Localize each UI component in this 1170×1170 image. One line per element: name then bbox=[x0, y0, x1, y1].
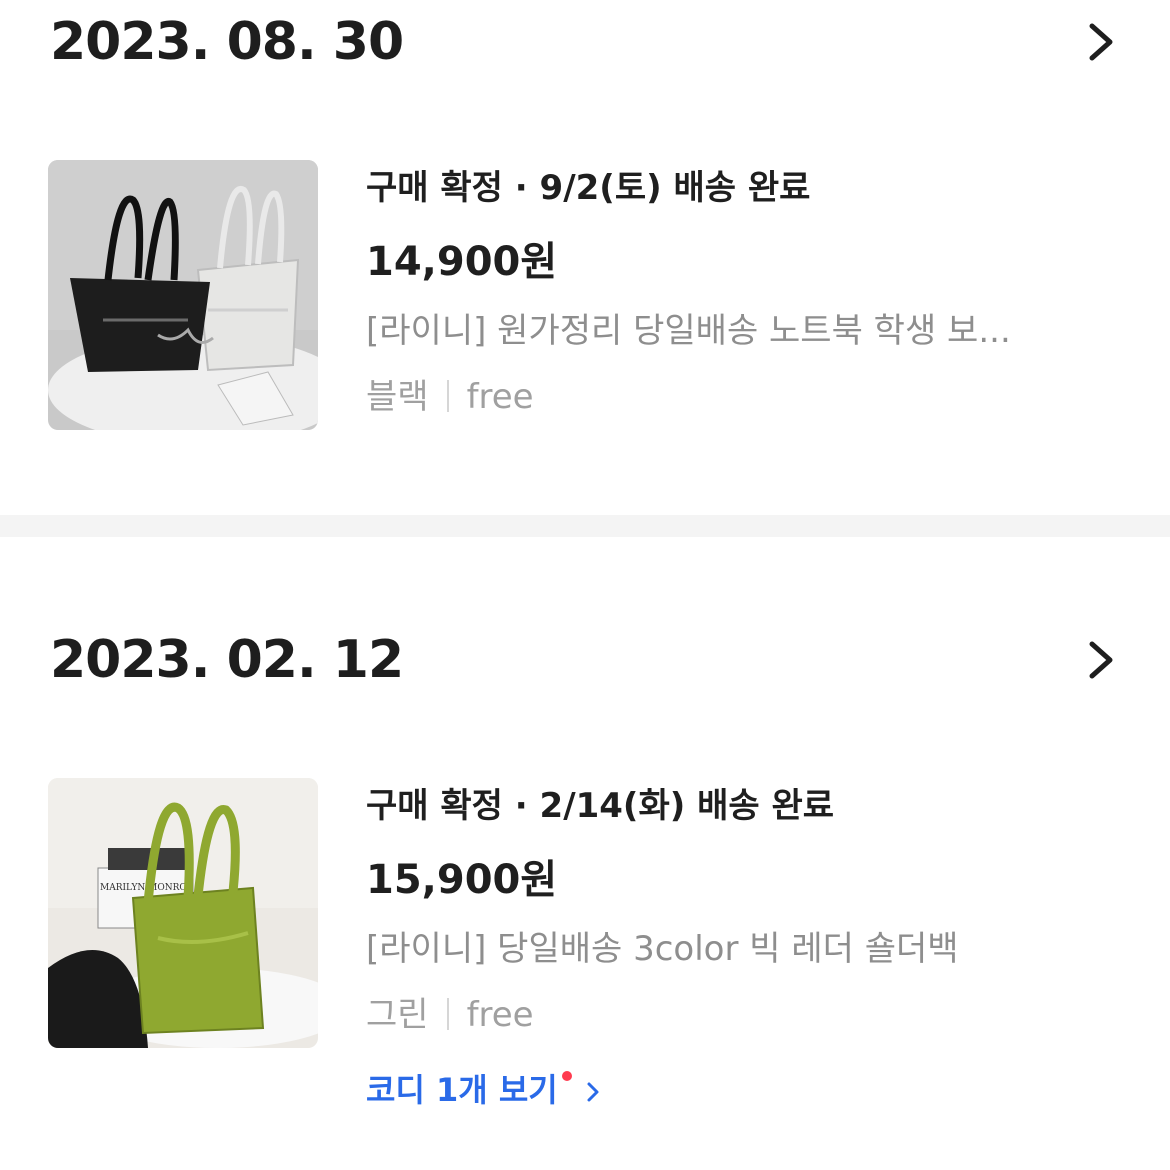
view-coordi-link[interactable]: 코디 1개 보기 bbox=[366, 1061, 604, 1119]
order-date: 2023. 02. 12 bbox=[50, 630, 404, 690]
option-color: 블랙 bbox=[366, 377, 429, 417]
order-card: 2023. 08. 30 구매 확정 · 9/2(토) 배송 완료 14,900… bbox=[0, 0, 1170, 515]
product-name[interactable]: [라이니] 당일배송 3color 빅 레더 숄더백 bbox=[366, 918, 1126, 980]
option-divider bbox=[446, 380, 449, 412]
notification-dot-icon bbox=[561, 1071, 572, 1081]
product-option: 블랙 free bbox=[366, 362, 1126, 432]
order-info: 구매 확정 · 9/2(토) 배송 완료 14,900원 [라이니] 원가정리 … bbox=[366, 160, 1126, 432]
product-option: 그린 free bbox=[366, 980, 1126, 1050]
order-price: 15,900원 bbox=[366, 857, 558, 903]
chevron-right-icon[interactable] bbox=[1080, 640, 1120, 680]
option-color: 그린 bbox=[366, 995, 429, 1035]
product-thumbnail[interactable]: MARILYN MONROE bbox=[48, 778, 318, 1048]
option-divider bbox=[446, 998, 449, 1030]
option-size: free bbox=[466, 377, 534, 417]
chevron-right-icon[interactable] bbox=[1080, 22, 1120, 62]
order-date-header[interactable]: 2023. 02. 12 bbox=[50, 620, 1120, 700]
option-size: free bbox=[466, 995, 534, 1035]
black-white-tote-bags-photo bbox=[48, 160, 318, 430]
coordi-link-label: 코디 1개 보기 bbox=[366, 1071, 558, 1109]
order-status: 구매 확정 · 9/2(토) 배송 완료 bbox=[366, 168, 811, 208]
section-divider bbox=[0, 515, 1170, 537]
green-leather-shoulder-bag-photo: MARILYN MONROE bbox=[48, 778, 318, 1048]
order-price: 14,900원 bbox=[366, 239, 558, 285]
product-thumbnail[interactable] bbox=[48, 160, 318, 430]
order-date: 2023. 08. 30 bbox=[50, 12, 404, 72]
order-date-header[interactable]: 2023. 08. 30 bbox=[50, 2, 1120, 82]
order-card: 2023. 02. 12 MARILYN MONROE 구매 확정 · 2/14… bbox=[0, 537, 1170, 1170]
order-info: 구매 확정 · 2/14(화) 배송 완료 15,900원 [라이니] 당일배송… bbox=[366, 778, 1126, 1050]
chevron-right-small-icon bbox=[587, 1082, 599, 1102]
order-status: 구매 확정 · 2/14(화) 배송 완료 bbox=[366, 786, 835, 826]
product-name[interactable]: [라이니] 원가정리 당일배송 노트북 학생 보... bbox=[366, 300, 1126, 362]
